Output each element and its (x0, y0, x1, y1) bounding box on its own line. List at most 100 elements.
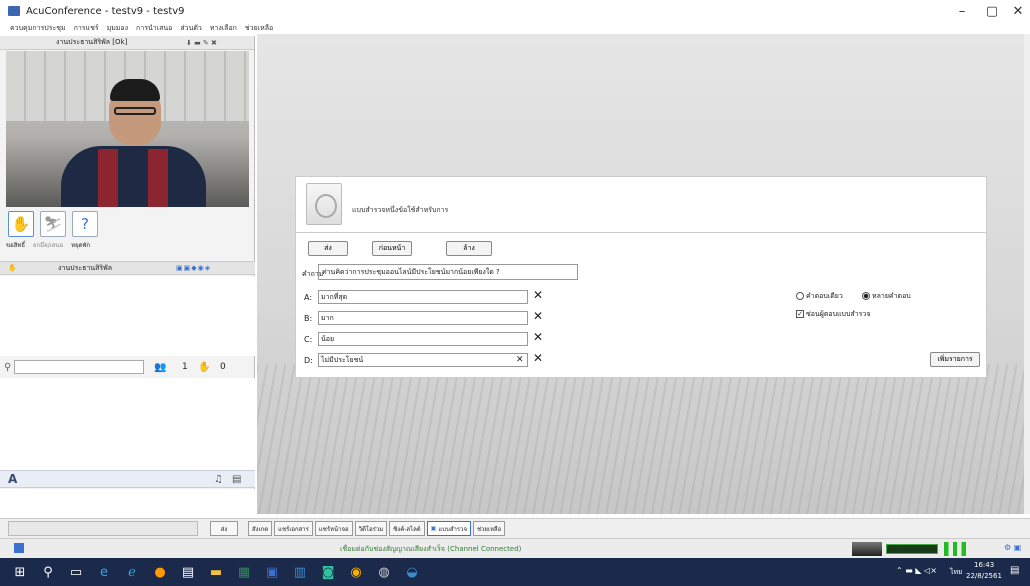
save-icon[interactable]: ▤ (232, 474, 241, 485)
menu-bar: ควบคุมการประชุม การแชร์ มุมมอง การนำเสนอ… (0, 22, 1030, 34)
left-panel: งานประธานสิริพัล [Ok] ⬇ ▬ ✎ ✖ ✋ ⛷ ? ขอสิ… (0, 36, 255, 516)
menu-help[interactable]: ช่วยเหลือ (245, 23, 273, 34)
hand-count: 0 (220, 362, 226, 372)
option-a-label: A: (304, 293, 313, 302)
video-header: งานประธานสิริพัล [Ok] ⬇ ▬ ✎ ✖ (0, 36, 254, 50)
messenger-icon[interactable]: ◙ (314, 558, 342, 586)
radio-single-label: คำตอบเดียว (806, 292, 843, 300)
task-view-icon[interactable]: ▭ (62, 558, 90, 586)
participant-list-header: ✋ งานประธานสิริพัล ▣▣◆◉◈ (0, 261, 255, 275)
option-d-label: D: (304, 356, 313, 365)
ie-icon[interactable]: ℯ (118, 558, 146, 586)
app-icon (8, 6, 20, 16)
firefox-icon[interactable]: ● (146, 558, 174, 586)
remove-option-d-icon[interactable]: ✕ (533, 351, 543, 365)
taskbar: ⊞ ⚲ ▭ e ℯ ● ▤ ▬ ▦ ▣ ▥ ◙ ◉ ◍ ◒ ⌃ ▬ ◣ ◁× ไ… (0, 558, 1030, 586)
tab-share-screen[interactable]: แชร์หน้าจอ (314, 521, 353, 536)
close-icon[interactable]: ✕ (1008, 4, 1028, 19)
send-button[interactable]: ส่ง (308, 241, 348, 256)
remove-option-b-icon[interactable]: ✕ (533, 309, 543, 323)
minimize-icon[interactable]: – (952, 4, 972, 19)
language-indicator[interactable]: ไทย (950, 567, 962, 578)
tab-observe[interactable]: สังเกต (248, 521, 273, 536)
option-d-input[interactable]: ไม่มีประโยชน์ (318, 353, 528, 367)
clear-button[interactable]: ล้าง (446, 241, 492, 256)
option-c-input[interactable]: น้อย (318, 332, 528, 346)
font-icon[interactable]: A (8, 472, 17, 486)
excel-icon[interactable]: ▦ (230, 558, 258, 586)
previous-button[interactable]: ก่อนหน้า (372, 241, 412, 256)
poll-tab-icon: ▣ (430, 525, 437, 532)
remove-option-c-icon[interactable]: ✕ (533, 330, 543, 344)
add-item-button[interactable]: เพิ่มรายการ (930, 352, 980, 367)
clock-time[interactable]: 16:43 (974, 561, 994, 569)
radio-single-icon (796, 292, 804, 300)
option-b-label: B: (304, 314, 313, 323)
menu-meeting[interactable]: ควบคุมการประชุม (10, 23, 66, 34)
signal-bars (944, 542, 966, 556)
search-taskbar-icon[interactable]: ⚲ (34, 558, 62, 586)
video-tools-icon[interactable]: ⬇ ▬ ✎ ✖ (186, 39, 217, 47)
edge-icon[interactable]: e (90, 558, 118, 586)
radio-single[interactable]: คำตอบเดียว (796, 291, 843, 302)
status-bar: เชื่อมต่อกับช่องสัญญาณเสียงสำเร็จ (Chann… (0, 538, 1030, 558)
status-icon (14, 543, 24, 553)
menu-options[interactable]: ทางเลือก (210, 23, 237, 34)
participant-count: 1 (182, 362, 188, 372)
tray-icons[interactable]: ⌃ ▬ ◣ ◁× (896, 566, 937, 575)
participant-list[interactable] (0, 276, 255, 356)
tab-poll[interactable]: ▣ แบบสำรวจ (426, 521, 471, 536)
present-icon[interactable]: ⛷ (40, 211, 66, 237)
clear-option-d-icon[interactable]: ✕ (516, 355, 524, 365)
menu-personal[interactable]: ส่วนตัว (180, 23, 201, 34)
video-feed (6, 51, 249, 207)
radio-multi[interactable]: หลายคำตอบ (862, 291, 911, 302)
tab-share-doc[interactable]: แชร์เอกสาร (274, 521, 313, 536)
search-input[interactable] (14, 360, 144, 374)
raise-hand-icon[interactable]: ✋ (8, 211, 34, 237)
folder-icon[interactable]: ▬ (202, 558, 230, 586)
chat-history (0, 378, 255, 470)
poll-dialog: แบบสำรวจหนึ่งข้อใช้สำหรับการ ส่ง ก่อนหน้… (295, 176, 987, 378)
bottom-input[interactable] (8, 521, 198, 536)
search-row: ⚲ 👥 1 ✋ 0 (0, 358, 255, 376)
music-icon[interactable]: ♫ (214, 474, 223, 485)
menu-share[interactable]: การแชร์ (74, 23, 99, 34)
chrome-icon[interactable]: ◉ (342, 558, 370, 586)
clock-date[interactable]: 22/8/2561 (966, 572, 1002, 580)
settings-icon[interactable]: ⚙ ▣ (1004, 543, 1021, 552)
app-icon-3[interactable]: ◒ (398, 558, 426, 586)
radio-multi-icon (862, 292, 870, 300)
option-a-input[interactable]: มากที่สุด (318, 290, 528, 304)
search-icon: ⚲ (4, 361, 12, 373)
tab-help[interactable]: ช่วยเหลือ (472, 521, 506, 536)
title-bar: AcuConference - testv9 - testv9 – ▢ ✕ (0, 0, 1030, 22)
acuconference-icon[interactable]: ▣ (258, 558, 286, 586)
notification-icon[interactable]: ▤ (1010, 565, 1019, 576)
pause-icon[interactable]: ? (72, 211, 98, 237)
poll-icon (306, 183, 342, 225)
checkbox-icon: ✓ (796, 310, 804, 318)
tab-sync-slide[interactable]: ซิงค์-สไลด์ (389, 521, 425, 536)
app-icon-2[interactable]: ◍ (370, 558, 398, 586)
store-icon[interactable]: ▤ (174, 558, 202, 586)
hide-respondents-checkbox[interactable]: ✓ ซ่อนผู้ตอบแบบสำรวจ (796, 309, 870, 320)
option-b-input[interactable]: มาก (318, 311, 528, 325)
bottom-tab-bar: ส่ง สังเกต แชร์เอกสาร แชร์หน้าจอ วิดีโอร… (0, 518, 1030, 538)
word-icon[interactable]: ▥ (286, 558, 314, 586)
remove-option-a-icon[interactable]: ✕ (533, 288, 543, 302)
checkbox-label: ซ่อนผู้ตอบแบบสำรวจ (806, 310, 871, 318)
tab-video[interactable]: วิดีโอร่วม (354, 521, 388, 536)
maximize-icon[interactable]: ▢ (982, 4, 1002, 19)
poll-title: แบบสำรวจหนึ่งข้อใช้สำหรับการ (352, 206, 449, 214)
chat-input[interactable] (0, 489, 255, 516)
tab-send[interactable]: ส่ง (210, 521, 238, 536)
windows-start-icon[interactable]: ⊞ (6, 558, 34, 586)
list-tools-icon[interactable]: ▣▣◆◉◈ (176, 264, 211, 272)
question-input[interactable]: ท่านคิดว่าการประชุมออนไลน์มีประโยชน์มากน… (318, 264, 578, 280)
vertical-scrollbar[interactable] (1024, 34, 1030, 514)
status-labels: ขอสิทธิ์ ยกมือ/เสนอ หยุดพัก (6, 240, 90, 250)
menu-view[interactable]: มุมมอง (107, 23, 128, 34)
audio-level-meter (886, 544, 938, 554)
menu-present[interactable]: การนำเสนอ (136, 23, 172, 34)
